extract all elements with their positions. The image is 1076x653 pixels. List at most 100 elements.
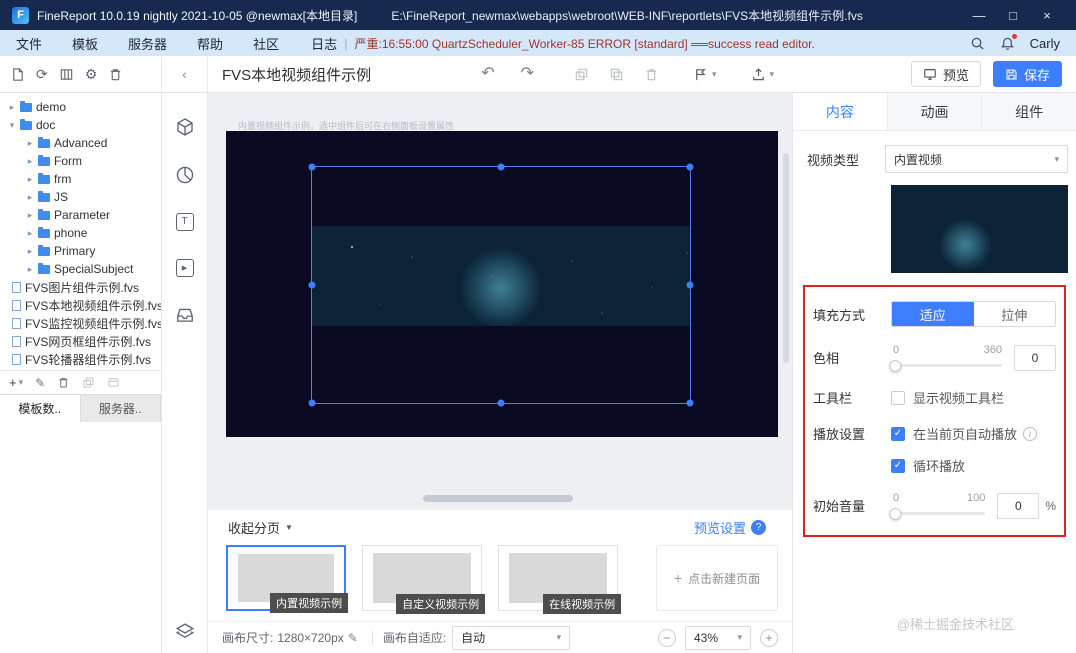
edit-size-icon[interactable]: ✎ — [348, 632, 358, 644]
video-preview-thumbnail[interactable] — [891, 185, 1068, 273]
minimize-button[interactable]: — — [962, 8, 996, 23]
tree-item-label: doc — [36, 118, 56, 132]
tree-folder-specialsubject[interactable]: ▸ SpecialSubject — [0, 260, 161, 278]
zoom-out-button[interactable]: − — [658, 628, 676, 647]
component-selection-box[interactable] — [308, 163, 694, 407]
chart-widget-icon[interactable] — [175, 165, 195, 185]
delete-dataset-icon[interactable] — [57, 376, 70, 389]
tree-file-fvs-image[interactable]: FVS图片组件示例.fvs — [0, 278, 161, 296]
publish-menu[interactable]: ▾ — [751, 67, 774, 82]
preview-button[interactable]: 预览 — [910, 61, 981, 87]
selection-handle[interactable] — [686, 281, 694, 289]
assets-widget-icon[interactable] — [175, 305, 195, 325]
volume-slider-knob[interactable] — [889, 507, 902, 520]
page-thumbnail-online-video[interactable]: 在线视频示例 — [498, 545, 622, 614]
menu-template[interactable]: 模板 — [72, 34, 98, 53]
close-button[interactable]: × — [1030, 8, 1064, 23]
page-thumbnail-custom-video[interactable]: 自定义视频示例 — [362, 545, 486, 614]
component-library-icon[interactable] — [175, 117, 195, 137]
canvas-viewport[interactable]: 内置视频组件示例，选中组件后可在右侧面板设置属性 — [208, 93, 792, 510]
autoplay-checkbox[interactable]: ✓ — [891, 426, 905, 441]
plugin-gear-icon[interactable]: ⚙ — [85, 67, 98, 81]
volume-value-input[interactable] — [997, 492, 1040, 519]
selection-handle[interactable] — [686, 163, 694, 171]
zoom-level-select[interactable]: 43% ▾ — [685, 625, 751, 650]
tree-file-fvs-monitor-video[interactable]: FVS监控视频组件示例.fvs — [0, 314, 161, 332]
notifications-bell-icon[interactable] — [1000, 33, 1017, 51]
collapse-pages-button[interactable]: 收起分页 ▼ — [228, 518, 293, 537]
loop-checkbox[interactable]: ✓ — [891, 458, 905, 473]
media-widget-icon[interactable]: ▶ — [175, 259, 194, 277]
tree-folder-form[interactable]: ▸ Form — [0, 152, 161, 170]
tree-folder-advanced[interactable]: ▸ Advanced — [0, 134, 161, 152]
edit-dataset-icon[interactable]: ✎ — [35, 377, 45, 389]
horizontal-scrollbar[interactable] — [423, 495, 573, 502]
video-type-select[interactable]: 内置视频 ▾ — [885, 145, 1068, 173]
flag-menu[interactable]: ▾ — [693, 67, 717, 82]
menu-server[interactable]: 服务器 — [128, 34, 167, 53]
send-backward-icon[interactable] — [609, 67, 624, 82]
menu-file[interactable]: 文件 — [16, 34, 42, 53]
menu-community[interactable]: 社区 — [253, 34, 279, 53]
tree-file-fvs-carousel[interactable]: FVS轮播器组件示例.fvs — [0, 350, 161, 368]
undo-icon[interactable]: ↶ — [481, 66, 494, 82]
text-widget-icon[interactable]: T — [175, 213, 194, 231]
selection-handle[interactable] — [497, 399, 505, 407]
fill-option-fit[interactable]: 适应 — [892, 302, 974, 326]
tree-folder-doc[interactable]: ▾ doc — [0, 116, 161, 134]
hue-slider[interactable] — [889, 359, 1002, 372]
tree-folder-js[interactable]: ▸ JS — [0, 188, 161, 206]
zoom-in-button[interactable]: + — [760, 628, 778, 647]
selection-handle[interactable] — [497, 163, 505, 171]
tree-folder-frm[interactable]: ▸ frm — [0, 170, 161, 188]
save-button[interactable]: 保存 — [992, 61, 1062, 87]
tab-template-dataset[interactable]: 模板数.. — [0, 395, 81, 422]
tab-animation[interactable]: 动画 — [887, 93, 983, 130]
delete-component-icon[interactable] — [644, 67, 659, 82]
show-toolbar-checkbox[interactable] — [891, 390, 905, 405]
layers-panel-icon[interactable] — [175, 621, 195, 641]
bring-forward-icon[interactable] — [574, 67, 589, 82]
refresh-icon[interactable]: ⟳ — [36, 67, 48, 81]
selection-handle[interactable] — [308, 399, 316, 407]
maximize-button[interactable]: □ — [996, 8, 1030, 23]
user-name[interactable]: Carly — [1030, 36, 1060, 51]
info-icon[interactable]: i — [1023, 426, 1038, 441]
fill-option-stretch[interactable]: 拉伸 — [973, 302, 1055, 326]
annotation-highlight-box: 填充方式 适应 拉伸 色相 0 360 0 工具栏 显示视频工具栏 播放设置 ✓… — [803, 285, 1066, 537]
tree-file-fvs-webframe[interactable]: FVS网页框组件示例.fvs — [0, 332, 161, 350]
preview-settings-link[interactable]: 预览设置 ? — [694, 518, 766, 537]
tree-folder-phone[interactable]: ▸ phone — [0, 224, 161, 242]
tree-folder-parameter[interactable]: ▸ Parameter — [0, 206, 161, 224]
template-grid-icon[interactable] — [59, 67, 74, 82]
add-dataset-button[interactable]: + ▾ — [9, 376, 23, 389]
new-page-button[interactable]: + 点击新建页面 — [656, 545, 778, 611]
page-name-badge: 在线视频示例 — [543, 594, 622, 614]
copy-dataset-icon[interactable] — [82, 376, 95, 389]
canvas-fit-select[interactable]: 自动 ▾ — [452, 625, 571, 650]
tree-folder-primary[interactable]: ▸ Primary — [0, 242, 161, 260]
preview-dataset-icon[interactable] — [107, 376, 120, 389]
plus-icon: + — [9, 375, 17, 390]
redo-icon[interactable]: ↷ — [521, 66, 534, 82]
tree-folder-demo[interactable]: ▸ demo — [0, 98, 161, 116]
design-canvas[interactable] — [226, 131, 778, 437]
selection-handle[interactable] — [686, 399, 694, 407]
tab-component[interactable]: 组件 — [982, 93, 1076, 130]
menu-help[interactable]: 帮助 — [197, 34, 223, 53]
delete-template-icon[interactable] — [108, 67, 123, 82]
collapse-panel-arrow[interactable]: ‹ — [162, 56, 208, 92]
hue-value-input[interactable] — [1014, 344, 1056, 371]
selection-handle[interactable] — [308, 281, 316, 289]
log-label[interactable]: 日志 — [311, 34, 337, 53]
tab-content[interactable]: 内容 — [793, 93, 888, 130]
hue-slider-knob[interactable] — [889, 359, 902, 372]
vertical-scrollbar[interactable] — [783, 153, 789, 363]
tree-file-fvs-local-video[interactable]: FVS本地视频组件示例.fvs — [0, 296, 161, 314]
volume-slider[interactable] — [889, 507, 986, 520]
selection-handle[interactable] — [308, 163, 316, 171]
new-template-icon[interactable] — [10, 67, 25, 82]
tab-server-dataset[interactable]: 服务器.. — [80, 395, 161, 422]
page-thumbnail-builtin-video[interactable]: 内置视频示例 — [226, 545, 349, 613]
search-icon[interactable] — [970, 36, 985, 51]
